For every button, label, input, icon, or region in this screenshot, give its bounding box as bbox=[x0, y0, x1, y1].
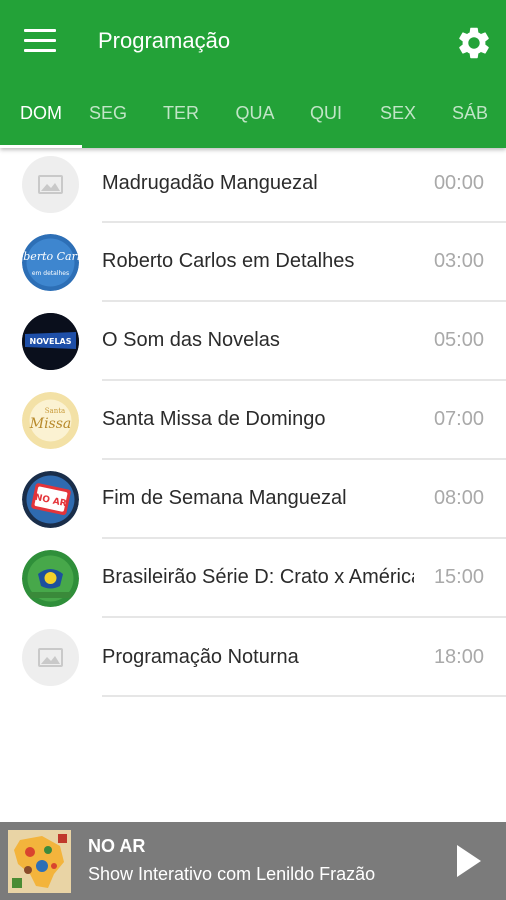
santa-missa-logo: Santa Missa bbox=[22, 392, 79, 449]
tab-label: QUI bbox=[309, 103, 342, 123]
placeholder-image-icon bbox=[22, 629, 79, 686]
now-playing-title: Show Interativo com Lenildo Frazão bbox=[88, 864, 376, 884]
row-divider bbox=[102, 458, 506, 460]
program-time: 03:00 bbox=[433, 250, 484, 272]
schedule-row[interactable]: Madrugadão Manguezal 00:00 bbox=[0, 148, 506, 227]
app-bar: Programação DOM SEG TER QUA QUI SEX SÁB bbox=[0, 0, 506, 148]
football-logo bbox=[22, 550, 79, 607]
play-icon[interactable] bbox=[453, 843, 483, 879]
tab-dom[interactable]: DOM bbox=[0, 92, 82, 148]
tab-label: SEG bbox=[88, 103, 127, 123]
tab-label: SÁB bbox=[451, 103, 489, 123]
no-ar-logo: NO AR bbox=[22, 471, 79, 528]
placeholder-image-icon bbox=[22, 156, 79, 213]
day-tabs: DOM SEG TER QUA QUI SEX SÁB bbox=[0, 92, 506, 148]
program-time: 07:00 bbox=[433, 408, 484, 430]
schedule-row[interactable]: Programação Noturna 18:00 bbox=[0, 622, 506, 701]
tab-label: DOM bbox=[20, 103, 62, 123]
program-time: 15:00 bbox=[433, 566, 484, 588]
program-title: Programação Noturna bbox=[102, 646, 299, 668]
row-divider bbox=[102, 695, 506, 697]
program-time: 00:00 bbox=[433, 172, 484, 194]
tab-label: SEX bbox=[379, 103, 417, 123]
tab-label: QUA bbox=[235, 103, 275, 123]
row-divider bbox=[102, 300, 506, 302]
now-playing-thumbnail bbox=[8, 830, 71, 893]
program-title: Madrugadão Manguezal bbox=[102, 172, 318, 194]
program-title: Roberto Carlos em Detalhes bbox=[102, 250, 355, 272]
roberto-carlos-logo: Roberto Carlos em detalhes bbox=[22, 234, 79, 291]
page-title: Programação bbox=[98, 28, 231, 53]
row-divider bbox=[102, 537, 506, 539]
program-title: Brasileirão Série D: Crato x América bbox=[102, 566, 414, 588]
row-divider bbox=[102, 379, 506, 381]
tab-seg[interactable]: SEG bbox=[72, 92, 144, 148]
tab-ter[interactable]: TER bbox=[145, 92, 217, 148]
program-title: O Som das Novelas bbox=[102, 329, 280, 351]
now-playing-bar[interactable]: NO AR Show Interativo com Lenildo Frazão bbox=[0, 822, 506, 900]
tab-sex[interactable]: SEX bbox=[362, 92, 434, 148]
tab-qua[interactable]: QUA bbox=[219, 92, 291, 148]
missa-logo-top: Santa bbox=[45, 407, 65, 415]
tab-active-indicator bbox=[0, 145, 82, 148]
schedule-row[interactable]: Roberto Carlos em detalhes Roberto Carlo… bbox=[0, 227, 506, 306]
gear-icon[interactable] bbox=[455, 24, 493, 62]
program-time: 05:00 bbox=[433, 329, 484, 351]
missa-logo-text: Missa bbox=[29, 416, 72, 432]
roberto-logo-subtext: em detalhes bbox=[32, 270, 69, 277]
program-time: 18:00 bbox=[433, 646, 484, 668]
schedule-row[interactable]: NOVELAS O Som das Novelas 05:00 bbox=[0, 306, 506, 385]
row-divider bbox=[102, 616, 506, 618]
novelas-logo-text: NOVELAS bbox=[30, 337, 72, 346]
schedule-row[interactable]: Santa Missa Santa Missa de Domingo 07:00 bbox=[0, 385, 506, 464]
on-air-label: NO AR bbox=[88, 836, 146, 856]
hamburger-menu-icon[interactable] bbox=[24, 29, 56, 53]
tab-qui[interactable]: QUI bbox=[290, 92, 362, 148]
tab-sab[interactable]: SÁB bbox=[434, 92, 506, 148]
schedule-row[interactable]: NO AR Fim de Semana Manguezal 08:00 bbox=[0, 464, 506, 543]
novelas-logo: NOVELAS bbox=[22, 313, 79, 370]
program-title: Santa Missa de Domingo bbox=[102, 408, 326, 430]
schedule-row[interactable]: Brasileirão Série D: Crato x América 15:… bbox=[0, 543, 506, 622]
tab-label: TER bbox=[163, 103, 199, 123]
row-divider bbox=[102, 221, 506, 223]
program-title: Fim de Semana Manguezal bbox=[102, 487, 347, 509]
roberto-logo-text: Roberto Carlos bbox=[22, 250, 79, 263]
program-time: 08:00 bbox=[433, 487, 484, 509]
